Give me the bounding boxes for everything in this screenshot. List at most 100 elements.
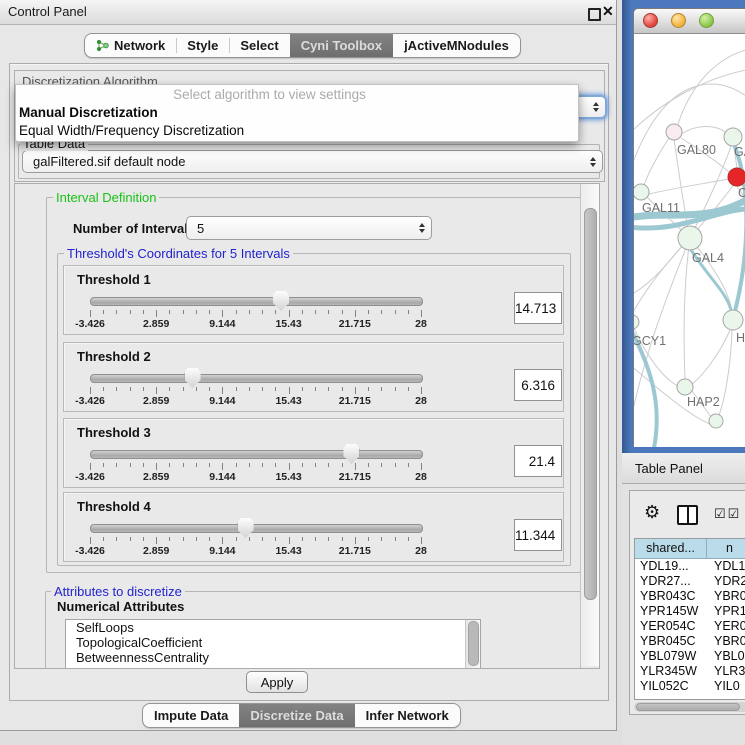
- network-node-label: GAL80: [677, 143, 716, 157]
- column-header[interactable]: n: [707, 539, 745, 559]
- horizontal-scrollbar[interactable]: [634, 702, 745, 712]
- tab-impute-data[interactable]: Impute Data: [143, 704, 239, 727]
- column-header[interactable]: shared...: [635, 539, 707, 559]
- tick-mark: [421, 463, 422, 470]
- list-scrollbar-thumb[interactable]: [468, 621, 479, 666]
- tick-label: 21.715: [339, 318, 371, 330]
- minimize-window-icon[interactable]: [671, 13, 686, 28]
- threshold-label: Threshold 1: [77, 272, 151, 287]
- tab-style[interactable]: Style: [176, 34, 229, 57]
- slider-track[interactable]: [90, 524, 423, 533]
- table-row[interactable]: YIL052CYIL0: [635, 679, 745, 694]
- tab-network[interactable]: Network: [85, 34, 176, 57]
- tick-mark: [355, 463, 356, 470]
- list-item[interactable]: TopologicalCoefficient: [66, 635, 480, 650]
- popup-placeholder-item[interactable]: Select algorithm to view settings: [16, 85, 578, 104]
- threshold-value-field[interactable]: 14.713: [514, 292, 562, 324]
- slider-thumb[interactable]: [238, 518, 254, 538]
- table-cell: YDL1: [707, 559, 745, 574]
- table-row[interactable]: YBR045CYBR0: [635, 634, 745, 649]
- network-node[interactable]: [709, 414, 723, 428]
- network-node[interactable]: [728, 168, 745, 186]
- tab-infer-network[interactable]: Infer Network: [355, 704, 460, 727]
- vertical-scrollbar[interactable]: [580, 184, 599, 666]
- zoom-window-icon[interactable]: [699, 13, 714, 28]
- network-node[interactable]: [666, 124, 682, 140]
- horizontal-scrollbar-thumb[interactable]: [636, 703, 740, 711]
- gear-icon[interactable]: ⚙: [644, 503, 660, 521]
- table-cell: YBL079W: [635, 649, 707, 664]
- tick-mark: [381, 310, 382, 314]
- tick-mark: [275, 310, 276, 314]
- apply-button[interactable]: Apply: [246, 671, 308, 693]
- slider-track[interactable]: [90, 374, 423, 383]
- tick-mark: [222, 463, 223, 470]
- tick-mark: [289, 463, 290, 470]
- network-node[interactable]: [724, 128, 742, 146]
- close-panel-icon[interactable]: ✕: [602, 3, 614, 20]
- slider-thumb[interactable]: [185, 368, 201, 388]
- popup-option-manual-discretization[interactable]: Manual Discretization: [16, 104, 578, 122]
- table-row[interactable]: YBR043CYBR0: [635, 589, 745, 604]
- threshold-label: Threshold 2: [77, 349, 151, 364]
- network-canvas[interactable]: GAL80GACGAL11GAL4GCY1HHAP2: [634, 34, 745, 447]
- table-row[interactable]: YBL079WYBL0: [635, 649, 745, 664]
- tick-mark: [130, 537, 131, 541]
- network-window-titlebar[interactable]: [634, 9, 745, 34]
- tick-mark: [183, 310, 184, 314]
- slider-track[interactable]: [90, 297, 423, 306]
- network-node[interactable]: [678, 226, 702, 250]
- tick-mark: [209, 310, 210, 314]
- slider-thumb[interactable]: [273, 291, 289, 311]
- control-panel-titlebar: Control Panel ✕: [0, 0, 616, 25]
- close-window-icon[interactable]: [643, 13, 658, 28]
- slider-track[interactable]: [90, 450, 423, 459]
- tab-label: Infer Network: [366, 708, 449, 723]
- float-window-icon[interactable]: [588, 8, 601, 21]
- tick-mark: [262, 537, 263, 541]
- tab-jactivemnodules[interactable]: jActiveMNodules: [393, 34, 520, 57]
- tick-mark: [236, 310, 237, 314]
- table-row[interactable]: YDR27...YDR2: [635, 574, 745, 589]
- slider-thumb[interactable]: [343, 444, 359, 464]
- network-node[interactable]: [634, 315, 639, 329]
- list-item[interactable]: BetweennessCentrality: [66, 650, 480, 665]
- tick-mark: [196, 310, 197, 314]
- threshold-value-field[interactable]: 6.316: [514, 369, 562, 401]
- tick-label: 21.715: [339, 395, 371, 407]
- table-row[interactable]: YLR345WYLR3: [635, 664, 745, 679]
- threshold-value-field[interactable]: 21.4: [514, 445, 562, 477]
- network-node[interactable]: [677, 379, 693, 395]
- tick-mark: [421, 537, 422, 544]
- table-cell: YDR27...: [635, 574, 707, 589]
- number-of-intervals-combobox[interactable]: 5: [186, 216, 432, 240]
- select-columns-icon[interactable]: ☑☑: [714, 506, 741, 522]
- threshold-value-field[interactable]: 11.344: [514, 519, 562, 551]
- network-edge: [634, 70, 745, 134]
- app-root: Control Panel ✕ NetworkStyleSelectCyni T…: [0, 0, 745, 745]
- table-row[interactable]: YPR145WYPR1: [635, 604, 745, 619]
- tab-discretize-data[interactable]: Discretize Data: [239, 704, 354, 727]
- columns-icon[interactable]: [677, 505, 698, 525]
- table-data-combobox[interactable]: galFiltered.sif default node: [22, 150, 603, 173]
- table-row[interactable]: YER054CYER0: [635, 619, 745, 634]
- vertical-scrollbar-thumb[interactable]: [584, 208, 597, 600]
- network-node[interactable]: [723, 310, 743, 330]
- tick-mark: [395, 387, 396, 391]
- tick-mark: [408, 537, 409, 541]
- popup-option-equal-width-frequency[interactable]: Equal Width/Frequency Discretization: [16, 122, 578, 140]
- numerical-attributes-list[interactable]: SelfLoopsTopologicalCoefficientBetweenne…: [65, 619, 481, 669]
- tick-mark: [355, 387, 356, 394]
- network-edge: [684, 238, 690, 379]
- network-view-window: GAL80GACGAL11GAL4GCY1HHAP2: [622, 0, 745, 453]
- tick-mark: [302, 537, 303, 541]
- tick-mark: [275, 387, 276, 391]
- table-cell: YER0: [707, 619, 745, 634]
- list-item[interactable]: SelfLoops: [66, 620, 480, 635]
- network-node[interactable]: [634, 184, 649, 200]
- table-row[interactable]: YDL19...YDL1: [635, 559, 745, 574]
- list-scrollbar[interactable]: [465, 620, 480, 668]
- tab-select[interactable]: Select: [229, 34, 289, 57]
- node-table[interactable]: shared...nYDL19...YDL1YDR27...YDR2YBR043…: [634, 538, 745, 700]
- tab-cyni-toolbox[interactable]: Cyni Toolbox: [290, 34, 393, 57]
